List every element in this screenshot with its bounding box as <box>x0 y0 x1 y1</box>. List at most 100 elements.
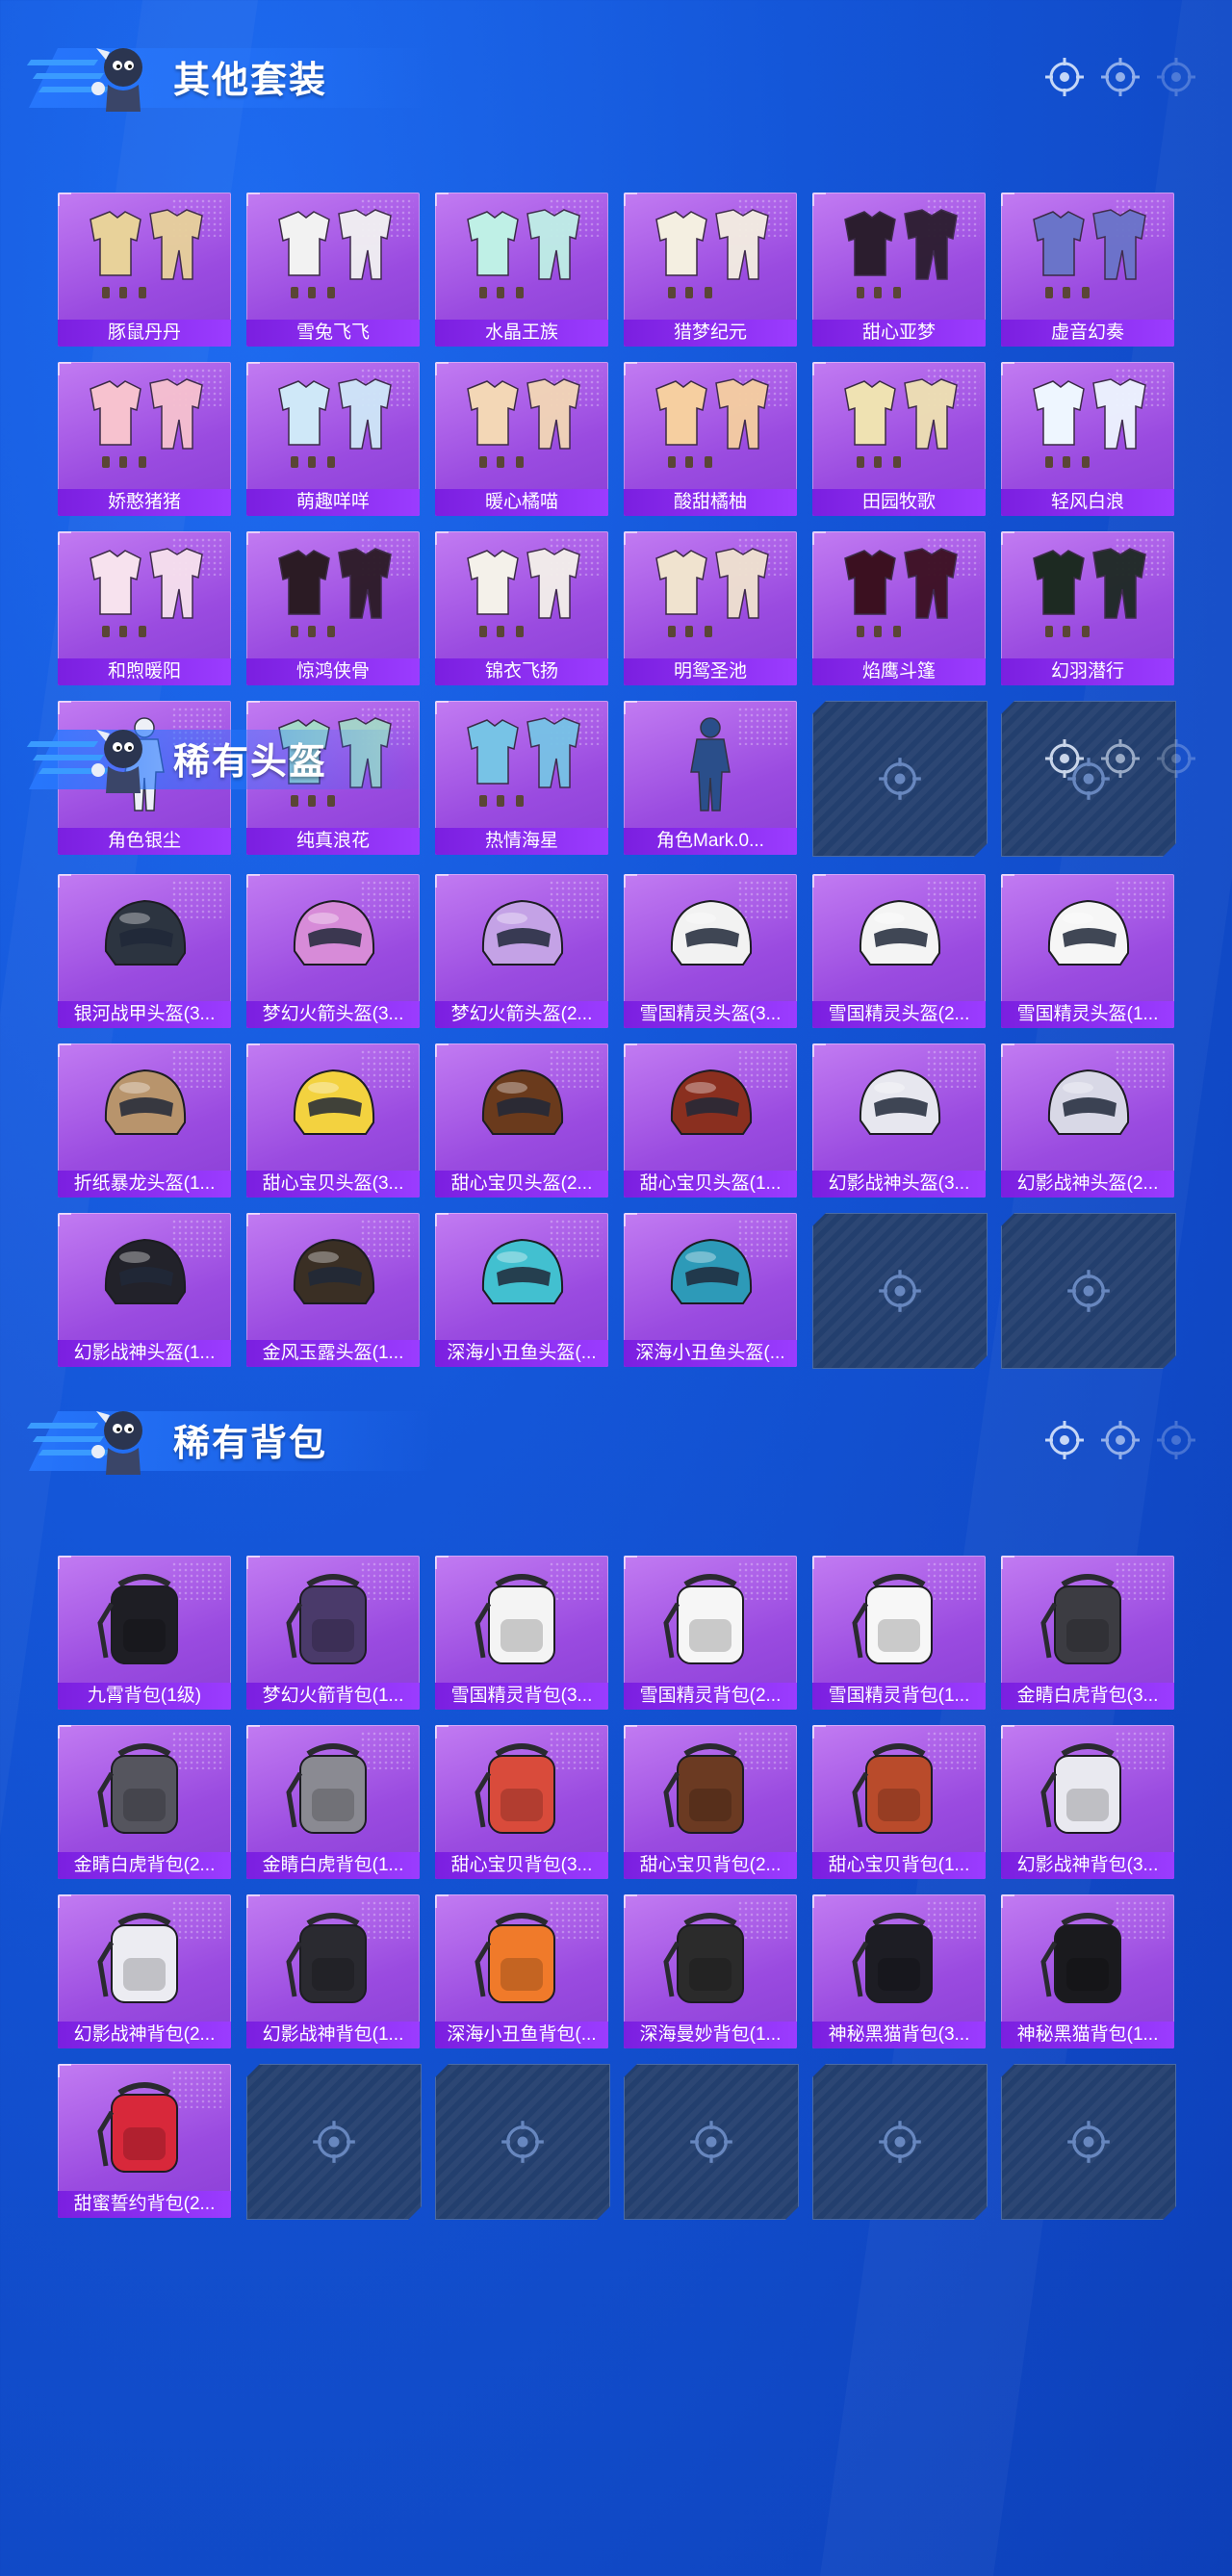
item-card[interactable]: 锦衣飞扬 <box>435 531 608 685</box>
item-card[interactable]: 幻影战神头盔(3... <box>812 1043 986 1198</box>
item-card[interactable]: 焰鹰斗篷 <box>812 531 986 685</box>
item-card[interactable]: 和煦暖阳 <box>58 531 231 685</box>
card-corner <box>435 193 449 206</box>
item-card[interactable]: 神秘黑猫背包(3... <box>812 1894 986 2048</box>
item-label: 折纸暴龙头盔(1... <box>58 1171 231 1198</box>
card-corner <box>624 1213 637 1226</box>
item-label: 雪国精灵头盔(1... <box>1001 1001 1174 1028</box>
item-card[interactable]: 深海小丑鱼头盔(... <box>624 1213 797 1367</box>
backpack-icon <box>1040 1743 1121 1834</box>
item-label: 甜心宝贝头盔(3... <box>246 1171 420 1198</box>
helmet-icon <box>481 1069 564 1135</box>
item-card[interactable]: 甜心亚梦 <box>812 193 986 347</box>
item-card[interactable]: 甜心宝贝头盔(3... <box>246 1043 420 1198</box>
item-card[interactable]: 甜蜜誓约背包(2... <box>58 2064 231 2218</box>
item-card[interactable]: 雪兔飞飞 <box>246 193 420 347</box>
item-card[interactable]: 轻风白浪 <box>1001 362 1174 516</box>
card-corner <box>58 1213 71 1226</box>
item-card[interactable]: 暖心橘喵 <box>435 362 608 516</box>
item-card[interactable]: 雪国精灵背包(1... <box>812 1556 986 1710</box>
item-card[interactable]: 萌趣咩咩 <box>246 362 420 516</box>
item-card[interactable]: 深海小丑鱼背包(... <box>435 1894 608 2048</box>
backpack-icon <box>286 1743 367 1834</box>
item-card[interactable]: 明鸳圣池 <box>624 531 797 685</box>
item-card[interactable]: 雪国精灵头盔(2... <box>812 874 986 1028</box>
crosshair-icon <box>1101 1421 1140 1459</box>
item-card[interactable]: 幻影战神头盔(2... <box>1001 1043 1174 1198</box>
item-label: 甜心宝贝背包(1... <box>812 1852 986 1879</box>
item-label: 金睛白虎背包(2... <box>58 1852 231 1879</box>
item-card[interactable]: 金睛白虎背包(3... <box>1001 1556 1174 1710</box>
item-card[interactable]: 幻影战神背包(2... <box>58 1894 231 2048</box>
card-corner <box>246 193 260 206</box>
item-card[interactable]: 雪国精灵头盔(3... <box>624 874 797 1028</box>
card-corner <box>1001 1894 1014 1908</box>
outfit-icon <box>467 378 580 468</box>
item-card[interactable]: 甜心宝贝头盔(1... <box>624 1043 797 1198</box>
item-card[interactable]: 折纸暴龙头盔(1... <box>58 1043 231 1198</box>
item-card[interactable]: 幻影战神背包(1... <box>246 1894 420 2048</box>
card-corner <box>246 1043 260 1057</box>
crosshair-icon <box>1101 739 1140 778</box>
item-card[interactable]: 幻影战神头盔(1... <box>58 1213 231 1367</box>
outfit-icon <box>90 209 203 298</box>
backpack-icon <box>97 2082 178 2173</box>
helmet-icon <box>104 899 187 966</box>
item-card[interactable]: 神秘黑猫背包(1... <box>1001 1894 1174 2048</box>
item-card[interactable]: 金睛白虎背包(1... <box>246 1725 420 1879</box>
crosshair-icon <box>1045 1421 1084 1459</box>
section-2: 稀有头盔 银河战甲头盔(3... 梦幻火箭头盔(3... 梦幻火箭头盔(2...… <box>0 682 1232 797</box>
item-card[interactable]: 酸甜橘柚 <box>624 362 797 516</box>
item-label: 萌趣咩咩 <box>246 489 420 516</box>
item-label: 雪国精灵头盔(2... <box>812 1001 986 1028</box>
item-card[interactable]: 雪国精灵头盔(1... <box>1001 874 1174 1028</box>
item-card[interactable]: 豚鼠丹丹 <box>58 193 231 347</box>
item-card[interactable]: 水晶王族 <box>435 193 608 347</box>
item-label: 梦幻火箭背包(1... <box>246 1683 420 1710</box>
item-label: 深海小丑鱼背包(... <box>435 2022 608 2048</box>
item-card[interactable]: 九霄背包(1级) <box>58 1556 231 1710</box>
item-card[interactable]: 深海曼妙背包(1... <box>624 1894 797 2048</box>
item-card[interactable]: 甜心宝贝背包(3... <box>435 1725 608 1879</box>
item-label: 酸甜橘柚 <box>624 489 797 516</box>
item-card[interactable]: 幻羽潜行 <box>1001 531 1174 685</box>
item-card[interactable]: 猎梦纪元 <box>624 193 797 347</box>
helmet-icon <box>293 899 375 966</box>
helmet-icon <box>104 1238 187 1304</box>
card-corner <box>1001 1725 1014 1739</box>
card-corner <box>435 531 449 545</box>
crosshair-icon <box>1045 739 1084 778</box>
item-card[interactable]: 甜心宝贝背包(2... <box>624 1725 797 1879</box>
card-corner <box>435 874 449 888</box>
outfit-icon <box>90 378 203 468</box>
item-card[interactable]: 雪国精灵背包(3... <box>435 1556 608 1710</box>
section-3: 稀有背包 九霄背包(1级) 梦幻火箭背包(1... 雪国精灵背包(3... 雪国… <box>0 1363 1232 1479</box>
item-card[interactable]: 娇憨猪猪 <box>58 362 231 516</box>
backpack-icon <box>475 1574 555 1664</box>
backpack-icon <box>663 1743 744 1834</box>
item-card[interactable]: 幻影战神背包(3... <box>1001 1725 1174 1879</box>
item-card[interactable]: 金风玉露头盔(1... <box>246 1213 420 1367</box>
item-card[interactable]: 银河战甲头盔(3... <box>58 874 231 1028</box>
item-label: 雪国精灵背包(1... <box>812 1683 986 1710</box>
card-corner <box>58 1556 71 1569</box>
card-corner <box>812 1725 826 1739</box>
item-card[interactable]: 梦幻火箭头盔(2... <box>435 874 608 1028</box>
section-header: 其他套装 <box>0 0 1232 116</box>
item-card[interactable]: 深海小丑鱼头盔(... <box>435 1213 608 1367</box>
item-card[interactable]: 甜心宝贝背包(1... <box>812 1725 986 1879</box>
item-card[interactable]: 梦幻火箭头盔(3... <box>246 874 420 1028</box>
card-corner <box>1001 1043 1014 1057</box>
item-card[interactable]: 金睛白虎背包(2... <box>58 1725 231 1879</box>
item-card[interactable]: 田园牧歌 <box>812 362 986 516</box>
item-card[interactable]: 梦幻火箭背包(1... <box>246 1556 420 1710</box>
card-corner <box>58 531 71 545</box>
item-card[interactable]: 甜心宝贝头盔(2... <box>435 1043 608 1198</box>
item-label: 幻影战神头盔(2... <box>1001 1171 1174 1198</box>
item-card[interactable]: 雪国精灵背包(2... <box>624 1556 797 1710</box>
item-label: 甜心宝贝背包(3... <box>435 1852 608 1879</box>
card-corner <box>1001 362 1014 375</box>
outfit-icon <box>278 548 392 637</box>
item-card[interactable]: 虚音幻奏 <box>1001 193 1174 347</box>
item-card[interactable]: 惊鸿侠骨 <box>246 531 420 685</box>
